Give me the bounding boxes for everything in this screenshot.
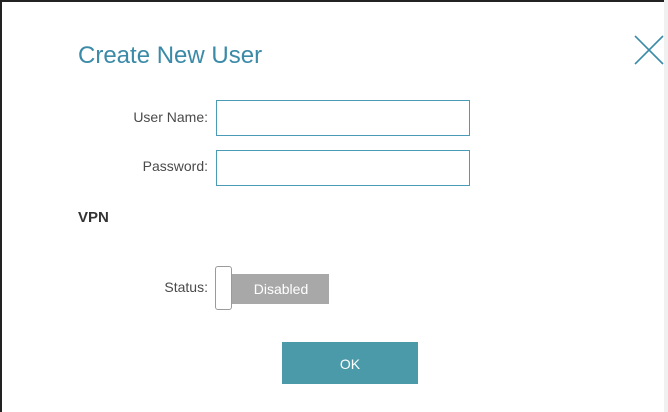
close-button[interactable] bbox=[632, 33, 666, 67]
toggle-state-label: Disabled bbox=[253, 281, 309, 297]
ok-button[interactable]: OK bbox=[282, 342, 418, 384]
password-input[interactable] bbox=[216, 150, 470, 186]
window-edge bbox=[664, 0, 668, 412]
username-input[interactable] bbox=[216, 100, 470, 136]
create-user-dialog: Create New User User Name: Password: VPN… bbox=[0, 0, 664, 412]
toggle-knob[interactable] bbox=[215, 266, 232, 310]
dialog-title: Create New User bbox=[78, 42, 263, 69]
vpn-status-toggle[interactable]: Disabled bbox=[215, 266, 329, 312]
vpn-section-title: VPN bbox=[78, 209, 109, 226]
vpn-status-label: Status: bbox=[164, 279, 208, 295]
username-label: User Name: bbox=[133, 109, 208, 125]
close-icon bbox=[634, 35, 664, 65]
password-label: Password: bbox=[142, 158, 208, 174]
